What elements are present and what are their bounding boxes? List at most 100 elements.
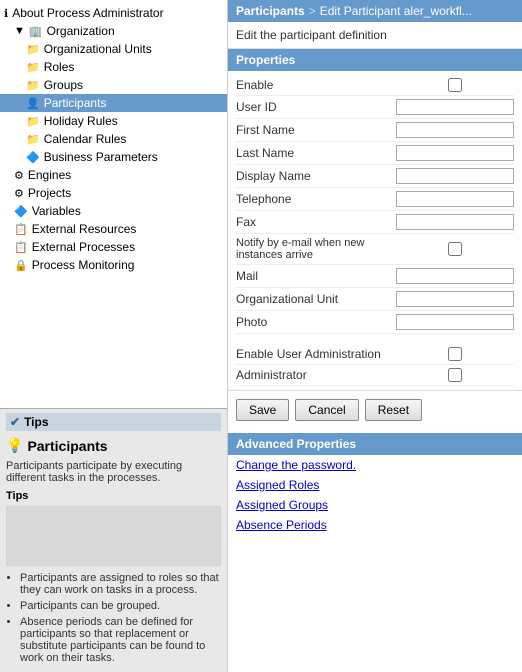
folder-icon-2: 📁 (26, 61, 40, 74)
root-icon: ℹ (4, 7, 8, 20)
advanced-header: Advanced Properties (228, 433, 522, 455)
roles-label: Roles (44, 60, 75, 74)
prop-label-photo: Photo (236, 315, 396, 329)
proc-monitoring-label: Process Monitoring (32, 258, 135, 272)
tree-section: ℹ About Process Administrator ▼ 🏢 Organi… (0, 0, 227, 408)
prop-label-userid: User ID (236, 100, 396, 114)
change-password-link[interactable]: Change the password. (228, 455, 522, 475)
tree-item-groups[interactable]: 📁 Groups (0, 76, 227, 94)
buttons-row: Save Cancel Reset (228, 390, 522, 429)
tips-label: Tips (6, 490, 221, 502)
userid-input[interactable] (396, 99, 514, 115)
mail-input[interactable] (396, 268, 514, 284)
tree-item-organization[interactable]: ▼ 🏢 Organization (0, 22, 227, 40)
folder-icon-5: 📁 (26, 133, 40, 146)
prop-row-fax: Fax (236, 211, 514, 234)
lightbulb-icon: 💡 (6, 437, 23, 454)
prop-label-org-unit: Organizational Unit (236, 292, 396, 306)
groups-label: Groups (44, 78, 83, 92)
tips-image (6, 506, 221, 566)
notify-email-checkbox[interactable] (396, 242, 514, 256)
tree-item-ext-resources[interactable]: 📋 External Resources (0, 220, 227, 238)
prop-label-notify-email: Notify by e-mail when new instances arri… (236, 237, 396, 261)
lock-icon: 🔒 (14, 259, 28, 272)
assigned-roles-link[interactable]: Assigned Roles (228, 475, 522, 495)
org-unit-input[interactable] (396, 291, 514, 307)
left-panel: ℹ About Process Administrator ▼ 🏢 Organi… (0, 0, 228, 672)
prop-row-displayname: Display Name (236, 165, 514, 188)
prop-row-enable-user-admin: Enable User Administration (236, 344, 514, 365)
prop-row-lastname: Last Name (236, 142, 514, 165)
prop-row-photo: Photo (236, 311, 514, 334)
administrator-checkbox[interactable] (396, 368, 514, 382)
participants-label: Participants (44, 96, 107, 110)
prop-row-org-unit: Organizational Unit (236, 288, 514, 311)
list-icon-2: 📋 (14, 241, 28, 254)
participants-icon: 👤 (26, 97, 40, 110)
tree-item-proc-monitoring[interactable]: 🔒 Process Monitoring (0, 256, 227, 274)
enable-user-admin-checkbox[interactable] (396, 347, 514, 361)
breadcrumb-part1: Participants (236, 4, 305, 18)
tree-item-calendar-rules[interactable]: 📁 Calendar Rules (0, 130, 227, 148)
tree-item-org-units[interactable]: 📁 Organizational Units (0, 40, 227, 58)
gear-icon-2: ⚙ (14, 187, 24, 200)
variables-label: Variables (32, 204, 81, 218)
folder-icon-1: 📁 (26, 43, 40, 56)
absence-periods-link[interactable]: Absence Periods (228, 515, 522, 535)
tree-item-participants[interactable]: 👤 Participants (0, 94, 227, 112)
fax-input[interactable] (396, 214, 514, 230)
tree-root-label: About Process Administrator (12, 6, 163, 20)
tree-item-roles[interactable]: 📁 Roles (0, 58, 227, 76)
business-params-label: Business Parameters (44, 150, 158, 164)
enable-checkbox[interactable] (396, 78, 514, 92)
prop-row-firstname: First Name (236, 119, 514, 142)
checkmark-icon: ✔ (10, 415, 20, 429)
prop-label-enable: Enable (236, 78, 396, 92)
list-icon-1: 📋 (14, 223, 28, 236)
prop-row-administrator: Administrator (236, 365, 514, 386)
right-panel: Participants > Edit Participant aler_wor… (228, 0, 522, 672)
tree-item-projects[interactable]: ⚙ Projects (0, 184, 227, 202)
gear-icon-1: ⚙ (14, 169, 24, 182)
prop-row-telephone: Telephone (236, 188, 514, 211)
folder-icon-4: 📁 (26, 115, 40, 128)
tips-list-item-1: Participants are assigned to roles so th… (20, 572, 221, 596)
tree-item-holiday-rules[interactable]: 📁 Holiday Rules (0, 112, 227, 130)
lastname-input[interactable] (396, 145, 514, 161)
tree-item-engines[interactable]: ⚙ Engines (0, 166, 227, 184)
save-button[interactable]: Save (236, 399, 289, 421)
displayname-input[interactable] (396, 168, 514, 184)
prop-label-administrator: Administrator (236, 368, 396, 382)
tips-header: ✔ Tips (6, 413, 221, 431)
ext-resources-label: External Resources (32, 222, 137, 236)
calendar-rules-label: Calendar Rules (44, 132, 127, 146)
folder-icon-3: 📁 (26, 79, 40, 92)
tips-header-label: Tips (24, 415, 48, 429)
advanced-section: Advanced Properties Change the password.… (228, 433, 522, 535)
tree-item-business-params[interactable]: 🔷 Business Parameters (0, 148, 227, 166)
prop-row-notify-email: Notify by e-mail when new instances arri… (236, 234, 514, 265)
prop-label-fax: Fax (236, 215, 396, 229)
reset-button[interactable]: Reset (365, 399, 422, 421)
tree-item-ext-processes[interactable]: 📋 External Processes (0, 238, 227, 256)
breadcrumb: Participants > Edit Participant aler_wor… (228, 0, 522, 22)
tips-title: 💡 Participants (6, 437, 221, 454)
prop-row-userid: User ID (236, 96, 514, 119)
assigned-groups-link[interactable]: Assigned Groups (228, 495, 522, 515)
tree-item-root[interactable]: ℹ About Process Administrator (0, 4, 227, 22)
page-subtitle: Edit the participant definition (228, 22, 522, 49)
tips-list: Participants are assigned to roles so th… (6, 572, 221, 664)
org-icon: 🏢 (29, 25, 43, 38)
prop-label-displayname: Display Name (236, 169, 396, 183)
prop-label-enable-user-admin: Enable User Administration (236, 347, 396, 361)
cancel-button[interactable]: Cancel (295, 399, 358, 421)
telephone-input[interactable] (396, 191, 514, 207)
photo-input[interactable] (396, 314, 514, 330)
firstname-input[interactable] (396, 122, 514, 138)
projects-label: Projects (28, 186, 71, 200)
tree-item-variables[interactable]: 🔷 Variables (0, 202, 227, 220)
prop-label-lastname: Last Name (236, 146, 396, 160)
properties-header: Properties (228, 49, 522, 71)
prop-label-telephone: Telephone (236, 192, 396, 206)
engines-label: Engines (28, 168, 71, 182)
